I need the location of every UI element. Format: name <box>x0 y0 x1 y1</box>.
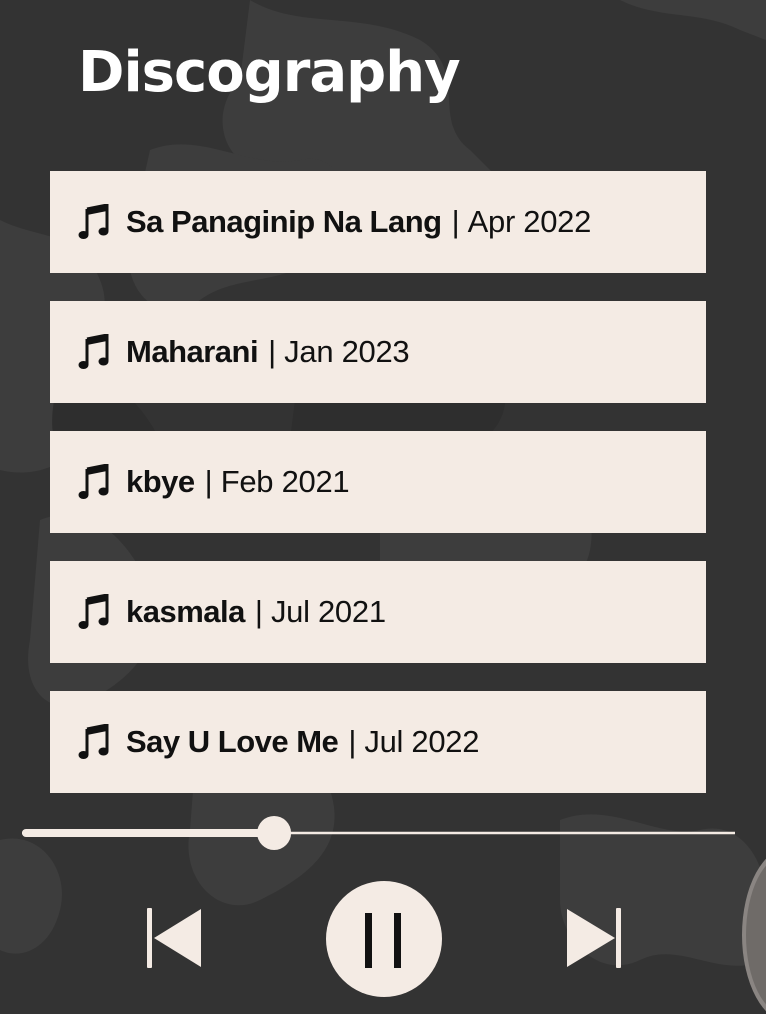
track-title: Maharani <box>126 334 259 369</box>
track-date: Jul 2021 <box>270 594 386 629</box>
skip-previous-icon[interactable] <box>145 907 205 969</box>
music-note-icon <box>78 204 109 239</box>
progress-thumb[interactable] <box>257 816 292 850</box>
track-item[interactable]: kasmala | Jul 2021 <box>50 561 706 663</box>
track-item[interactable]: kbye | Feb 2021 <box>50 431 706 533</box>
track-separator: | <box>451 204 460 239</box>
page-title: Discography <box>78 40 461 105</box>
track-title: Say U Love Me <box>126 724 339 759</box>
track-title: kbye <box>126 464 195 499</box>
track-item[interactable]: Say U Love Me | Jul 2022 <box>50 691 706 793</box>
playback-controls <box>0 875 766 1005</box>
pause-button[interactable] <box>324 880 444 1000</box>
track-item[interactable]: Maharani | Jan 2023 <box>50 301 706 403</box>
track-date: Jul 2022 <box>364 724 480 759</box>
track-separator: | <box>204 464 213 499</box>
music-note-icon <box>78 464 109 499</box>
track-date: Jan 2023 <box>284 334 410 369</box>
progress-slider[interactable] <box>22 812 736 854</box>
track-separator: | <box>268 334 277 369</box>
track-date: Apr 2022 <box>467 204 592 239</box>
skip-next-icon[interactable] <box>564 907 624 969</box>
track-separator: | <box>348 724 357 759</box>
track-title: kasmala <box>126 594 245 629</box>
track-separator: | <box>254 594 263 629</box>
track-title: Sa Panaginip Na Lang <box>126 204 442 239</box>
music-note-icon <box>78 334 109 369</box>
music-note-icon <box>78 724 109 759</box>
track-date: Feb 2021 <box>220 464 350 499</box>
music-note-icon <box>78 594 109 629</box>
track-item[interactable]: Sa Panaginip Na Lang | Apr 2022 <box>50 171 706 273</box>
